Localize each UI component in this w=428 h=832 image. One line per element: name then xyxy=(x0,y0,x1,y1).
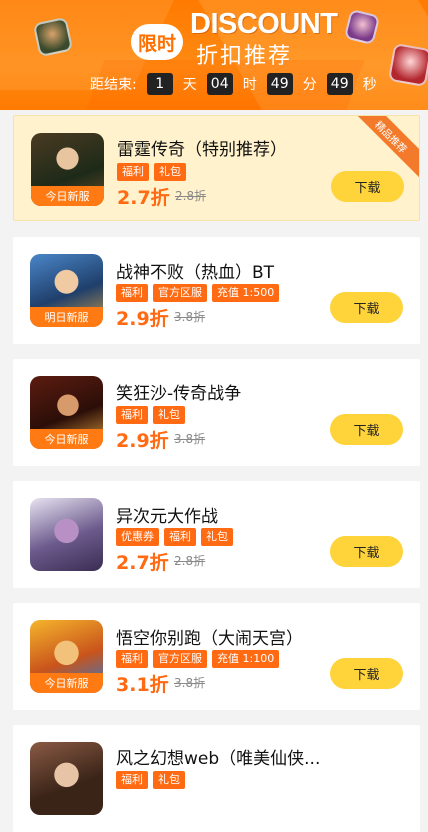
game-card[interactable]: 明日新服 战神不败（热血）BT 福利 官方区服 充值 1:500 2.9折 3.… xyxy=(13,237,420,344)
game-tags: 福利 官方区服 充值 1:500 xyxy=(116,284,280,302)
tag-badge: 官方区服 xyxy=(153,650,207,668)
discount-banner: 限时 DISCOUNT 折扣推荐 距结束: 1 天 04 时 49 分 49 秒 xyxy=(0,0,428,110)
tag-badge: 福利 xyxy=(116,771,148,789)
banner-title: DISCOUNT xyxy=(190,8,338,40)
original-price: 2.8折 xyxy=(175,189,207,203)
discount-price: 2.7折 xyxy=(117,187,170,209)
game-name[interactable]: 笑狂沙-传奇战争 xyxy=(116,379,241,404)
game-icon-image xyxy=(30,498,103,571)
game-name[interactable]: 风之幻想web（唯美仙侠... xyxy=(116,744,320,769)
countdown-minutes: 49 xyxy=(266,73,293,95)
game-name[interactable]: 异次元大作战 xyxy=(116,502,218,527)
tag-badge: 福利 xyxy=(116,650,148,668)
tag-badge: 官方区服 xyxy=(153,284,207,302)
countdown-days: 1 xyxy=(146,73,173,95)
banner-subtitle: 折扣推荐 xyxy=(196,44,293,69)
server-tag: 今日新服 xyxy=(30,673,103,693)
game-tags: 福利 礼包 xyxy=(117,163,186,181)
game-icon[interactable] xyxy=(30,498,103,571)
download-button[interactable]: 下载 xyxy=(330,658,403,689)
discount-price: 2.7折 xyxy=(116,552,169,574)
countdown-seconds: 49 xyxy=(326,73,353,95)
original-price: 3.8折 xyxy=(174,676,206,690)
original-price: 3.8折 xyxy=(174,310,206,324)
original-price: 2.8折 xyxy=(174,554,206,568)
server-tag: 今日新服 xyxy=(30,429,103,449)
game-name[interactable]: 悟空你别跑（大闹天宫） xyxy=(116,624,303,649)
game-name[interactable]: 雷霆传奇（特别推荐） xyxy=(117,135,287,160)
tag-badge: 礼包 xyxy=(154,163,186,181)
limited-time-badge: 限时 xyxy=(131,24,183,60)
download-button[interactable]: 下载 xyxy=(330,414,403,445)
game-icon[interactable]: 今日新服 xyxy=(30,376,103,449)
tag-badge: 福利 xyxy=(164,528,196,546)
server-tag: 今日新服 xyxy=(31,186,104,206)
game-card[interactable]: 风之幻想web（唯美仙侠... 福利 礼包 xyxy=(13,725,420,832)
download-button[interactable]: 下载 xyxy=(330,536,403,567)
discount-price: 3.1折 xyxy=(116,674,169,696)
game-name[interactable]: 战神不败（热血）BT xyxy=(116,258,274,283)
game-character-image xyxy=(32,16,74,58)
countdown-minutes-unit: 分 xyxy=(302,77,317,93)
game-icon-image xyxy=(30,742,103,815)
game-tags: 优惠券 福利 礼包 xyxy=(116,528,233,546)
server-tag: 明日新服 xyxy=(30,307,103,327)
game-tags: 福利 礼包 xyxy=(116,771,185,789)
countdown-hours-unit: 时 xyxy=(242,77,257,93)
countdown-timer: 距结束: 1 天 04 时 49 分 49 秒 xyxy=(90,72,387,96)
download-button[interactable]: 下载 xyxy=(331,171,404,202)
game-icon[interactable]: 明日新服 xyxy=(30,254,103,327)
countdown-seconds-unit: 秒 xyxy=(362,77,377,93)
game-tags: 福利 礼包 xyxy=(116,406,185,424)
tag-badge: 福利 xyxy=(116,284,148,302)
discount-price: 2.9折 xyxy=(116,430,169,452)
tag-badge: 礼包 xyxy=(153,406,185,424)
tag-badge: 充值 1:100 xyxy=(212,650,280,668)
game-icon[interactable]: 今日新服 xyxy=(31,133,104,206)
tag-badge: 福利 xyxy=(116,406,148,424)
game-card[interactable]: 精品推荐 今日新服 雷霆传奇（特别推荐） 福利 礼包 2.7折 2.8折 下载 xyxy=(13,115,420,221)
game-card[interactable]: 今日新服 笑狂沙-传奇战争 福利 礼包 2.9折 3.8折 下载 xyxy=(13,359,420,466)
original-price: 3.8折 xyxy=(174,432,206,446)
game-card[interactable]: 异次元大作战 优惠券 福利 礼包 2.7折 2.8折 下载 xyxy=(13,481,420,588)
game-card[interactable]: 今日新服 悟空你别跑（大闹天宫） 福利 官方区服 充值 1:100 3.1折 3… xyxy=(13,603,420,710)
tag-badge: 优惠券 xyxy=(116,528,159,546)
download-button[interactable]: 下载 xyxy=(330,292,403,323)
game-tags: 福利 官方区服 充值 1:100 xyxy=(116,650,280,668)
tag-badge: 充值 1:500 xyxy=(212,284,280,302)
tag-badge: 礼包 xyxy=(153,771,185,789)
discount-price: 2.9折 xyxy=(116,308,169,330)
game-character-image xyxy=(387,42,428,88)
countdown-label: 距结束: xyxy=(90,77,137,93)
game-icon[interactable]: 今日新服 xyxy=(30,620,103,693)
tag-badge: 礼包 xyxy=(201,528,233,546)
countdown-days-unit: 天 xyxy=(182,77,197,93)
tag-badge: 福利 xyxy=(117,163,149,181)
game-icon[interactable] xyxy=(30,742,103,815)
countdown-hours: 04 xyxy=(206,73,233,95)
